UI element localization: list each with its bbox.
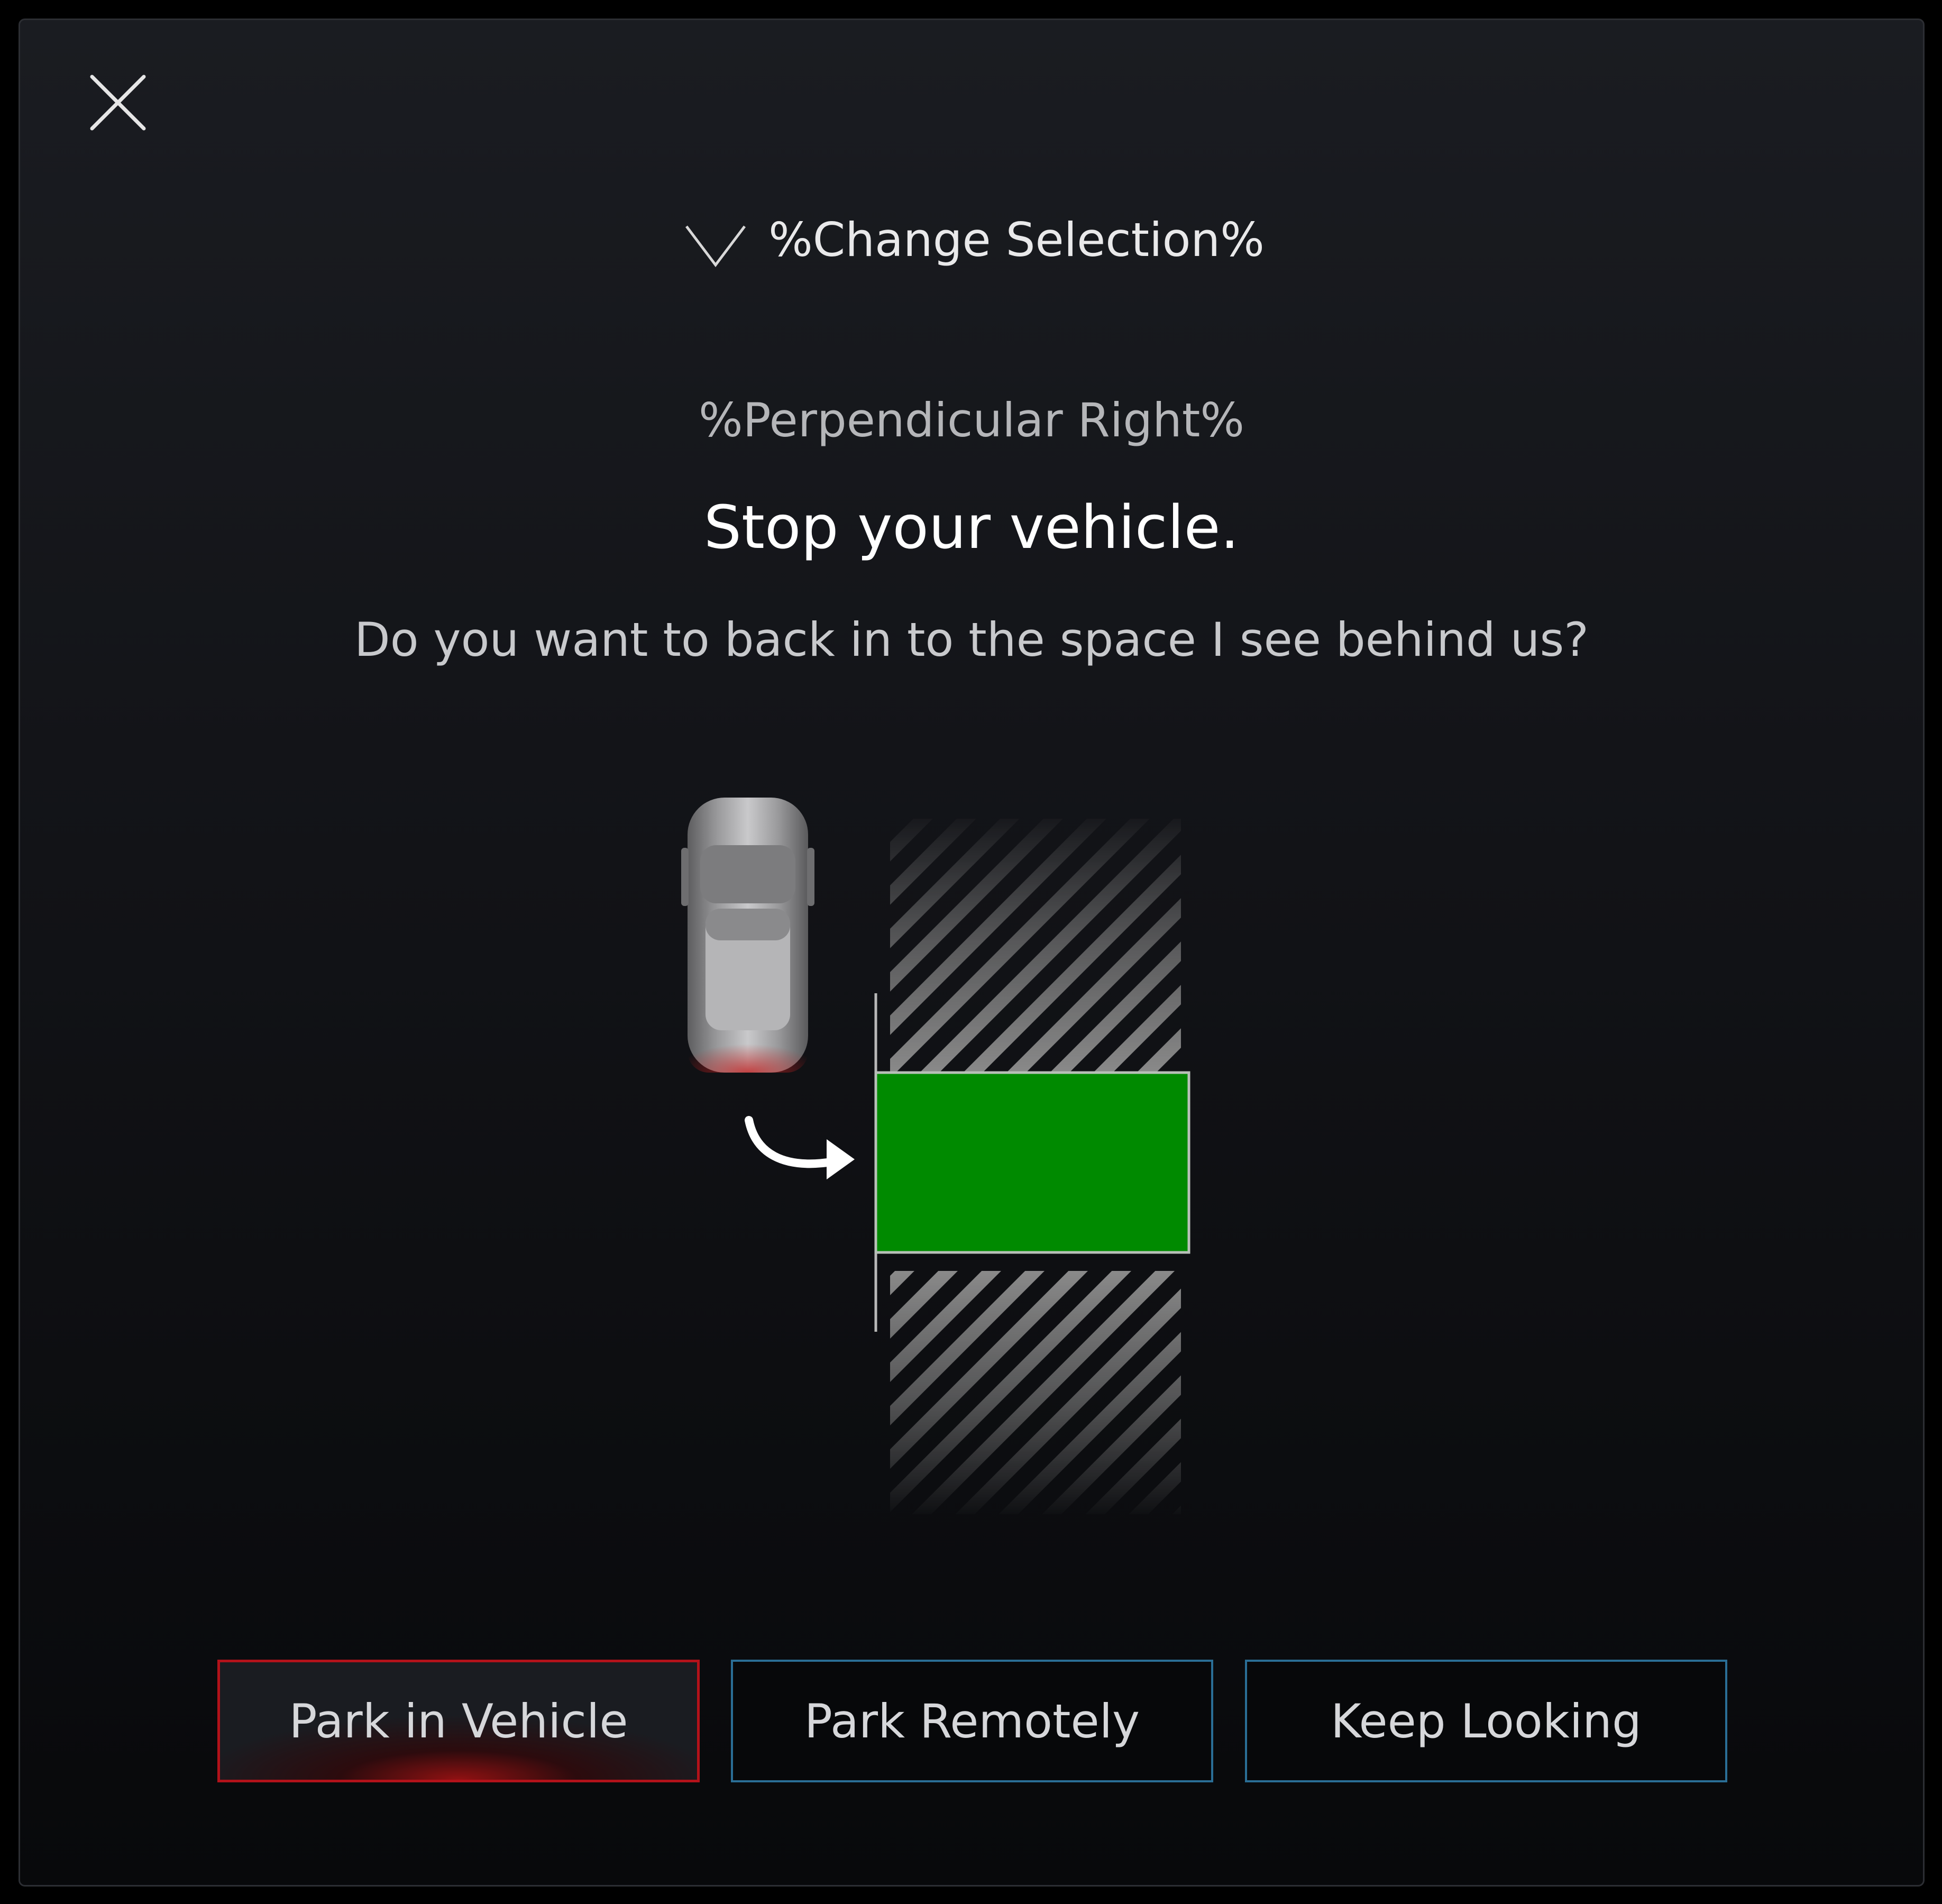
target-parking-space [874, 1071, 1190, 1254]
car-icon [681, 798, 814, 1073]
instruction-headline: Stop your vehicle. [703, 493, 1240, 562]
park-remotely-label: Park Remotely [804, 1694, 1140, 1749]
parking-mode-label: %Perpendicular Right% [699, 393, 1244, 447]
curved-arrow-icon [745, 1116, 855, 1179]
screen: %Change Selection% %Perpendicular Right%… [0, 0, 1942, 1904]
change-selection-label: %Change Selection% [768, 212, 1265, 267]
park-in-vehicle-label: Park in Vehicle [289, 1694, 628, 1749]
park-in-vehicle-button[interactable]: Park in Vehicle [217, 1660, 700, 1782]
occupied-space-bottom [890, 1271, 1181, 1514]
chevron-down-icon [685, 225, 746, 268]
change-selection-toggle[interactable]: %Change Selection% [20, 208, 1923, 271]
close-icon [90, 75, 146, 131]
keep-looking-button[interactable]: Keep Looking [1245, 1660, 1727, 1782]
park-remotely-button[interactable]: Park Remotely [731, 1660, 1213, 1782]
parking-dialog: %Change Selection% %Perpendicular Right%… [19, 19, 1925, 1887]
parking-illustration [20, 20, 1923, 1885]
instruction-question: Do you want to back in to the space I se… [354, 612, 1589, 667]
close-button[interactable] [71, 56, 150, 135]
occupied-space-top [890, 819, 1181, 1073]
keep-looking-label: Keep Looking [1331, 1694, 1642, 1749]
